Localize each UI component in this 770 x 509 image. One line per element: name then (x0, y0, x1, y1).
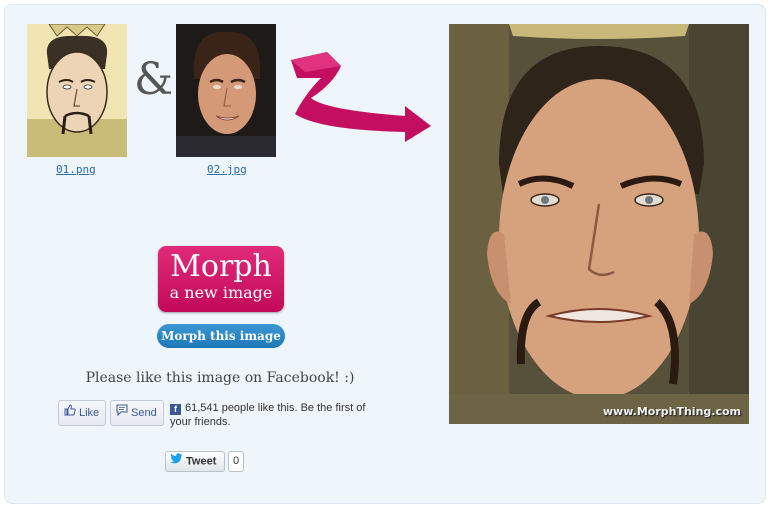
facebook-like-count: f 61,541 people like this. Be the first o… (170, 401, 370, 429)
morph-button-subtitle: a new image (169, 283, 273, 302)
twitter-bird-icon (170, 452, 183, 471)
morphed-result-image: www.MorphThing.com (449, 24, 749, 424)
source-image-1-link[interactable]: 01.png (56, 163, 96, 176)
facebook-count-text: 61,541 people like this. Be the first of… (170, 402, 366, 428)
ampersand: & (134, 54, 174, 105)
facebook-send-button[interactable]: Send (110, 400, 164, 426)
morph-this-image-button[interactable]: Morph this image (157, 324, 285, 348)
source-image-1[interactable] (27, 24, 127, 157)
tweet-button[interactable]: Tweet (165, 451, 225, 472)
morph-arrow-icon (291, 52, 431, 142)
thumbs-up-icon (64, 401, 76, 425)
source-image-2-link[interactable]: 02.jpg (207, 163, 247, 176)
speech-bubble-icon (116, 401, 128, 425)
tweet-count: 0 (228, 451, 244, 472)
morph-button-title: Morph (170, 249, 272, 284)
facebook-icon: f (170, 404, 181, 415)
facebook-like-button[interactable]: Like (58, 400, 106, 426)
tweet-label: Tweet (186, 455, 217, 468)
watermark-text: www.MorphThing.com (602, 405, 741, 418)
facebook-like-label: Like (79, 407, 100, 419)
facebook-like-prompt: Please like this image on Facebook! :) (85, 370, 355, 386)
morph-new-image-button[interactable]: Morph a new image (158, 246, 284, 312)
facebook-send-label: Send (131, 407, 157, 419)
source-image-2[interactable] (176, 24, 276, 157)
